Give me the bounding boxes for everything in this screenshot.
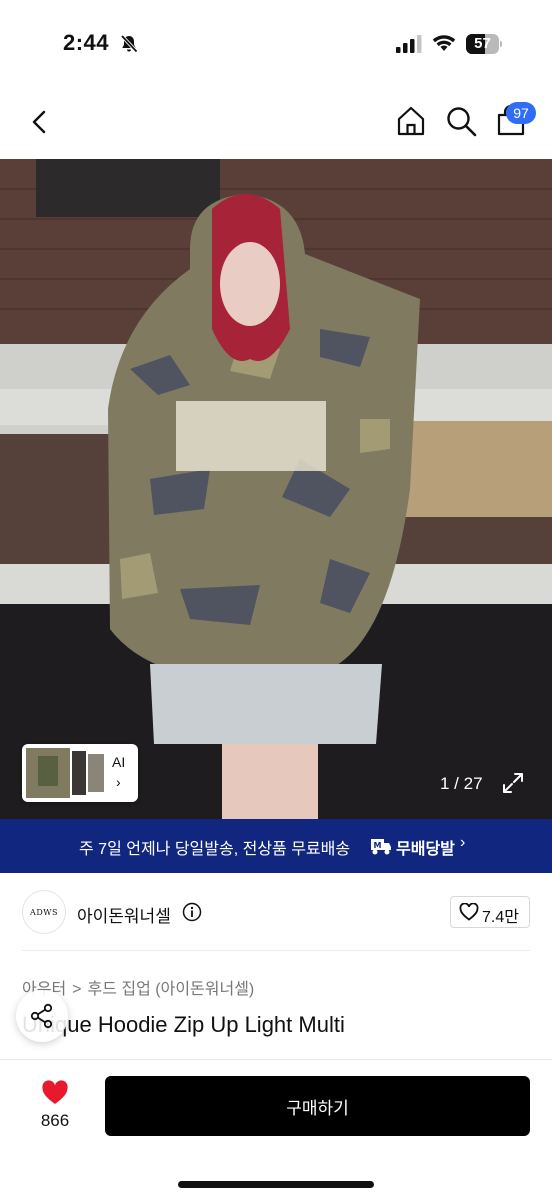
divider <box>22 950 530 951</box>
product-title: Unique Hoodie Zip Up Light Multi <box>22 1012 345 1037</box>
nav-bar <box>0 90 552 158</box>
wish-count: 866 <box>40 1111 70 1130</box>
image-counter: 1 / 27 <box>440 774 483 793</box>
home-icon[interactable] <box>394 104 428 138</box>
svg-text:M: M <box>374 841 382 850</box>
breadcrumb-item-hoodie-zip[interactable]: 후드 집업 (아이돈워너셀) <box>88 975 255 999</box>
like-count: 7.4만 <box>482 909 519 926</box>
heart-outline-icon <box>459 903 479 921</box>
promo-text: 주 7일 언제나 당일발송, 전상품 무료배송 <box>79 841 351 858</box>
share-button[interactable] <box>16 990 68 1042</box>
follow-like-button[interactable]: 7.4만 <box>450 896 530 928</box>
search-icon[interactable] <box>444 104 478 138</box>
promo-brand: 무배당발 <box>396 841 455 858</box>
promo-banner[interactable]: 주 7일 언제나 당일발송, 전상품 무료배송 M 무배당발 › <box>0 819 552 873</box>
promo-chevron-icon: › <box>460 834 466 851</box>
product-photo <box>0 159 552 819</box>
home-indicator <box>178 1181 374 1188</box>
share-icon <box>30 1003 53 1029</box>
battery-icon: 57 <box>466 34 502 54</box>
bottom-action-bar: 866 구매하기 <box>0 1060 552 1200</box>
product-image[interactable]: AI › 1 / 27 <box>0 159 552 819</box>
cellular-signal-icon <box>396 35 422 53</box>
expand-icon[interactable] <box>502 772 524 794</box>
status-time: 2:44 <box>63 30 110 55</box>
delivery-truck-icon: M <box>371 839 391 855</box>
buy-button[interactable]: 구매하기 <box>105 1076 530 1136</box>
thumbnail-images <box>26 748 104 798</box>
heart-filled-icon[interactable] <box>41 1080 69 1106</box>
bell-slash-icon <box>120 34 138 53</box>
info-icon[interactable] <box>182 902 202 922</box>
breadcrumb-separator: > <box>72 981 82 998</box>
battery-percent: 57 <box>474 35 491 52</box>
seller-name[interactable]: 아이돈워너셀 <box>77 902 171 927</box>
status-bar: 2:44 57 <box>0 0 552 90</box>
seller-row[interactable]: ADWS 아이돈워너셀 7.4만 <box>0 880 552 944</box>
cart-count-badge: 97 <box>506 102 536 124</box>
thumbnail-chevron-icon: › <box>116 774 121 790</box>
ai-thumbnail-card[interactable]: AI › <box>22 744 138 802</box>
wifi-icon <box>432 35 456 51</box>
back-icon[interactable] <box>24 106 56 138</box>
thumbnail-ai-label: AI <box>112 754 126 770</box>
seller-logo[interactable]: ADWS <box>22 890 66 934</box>
